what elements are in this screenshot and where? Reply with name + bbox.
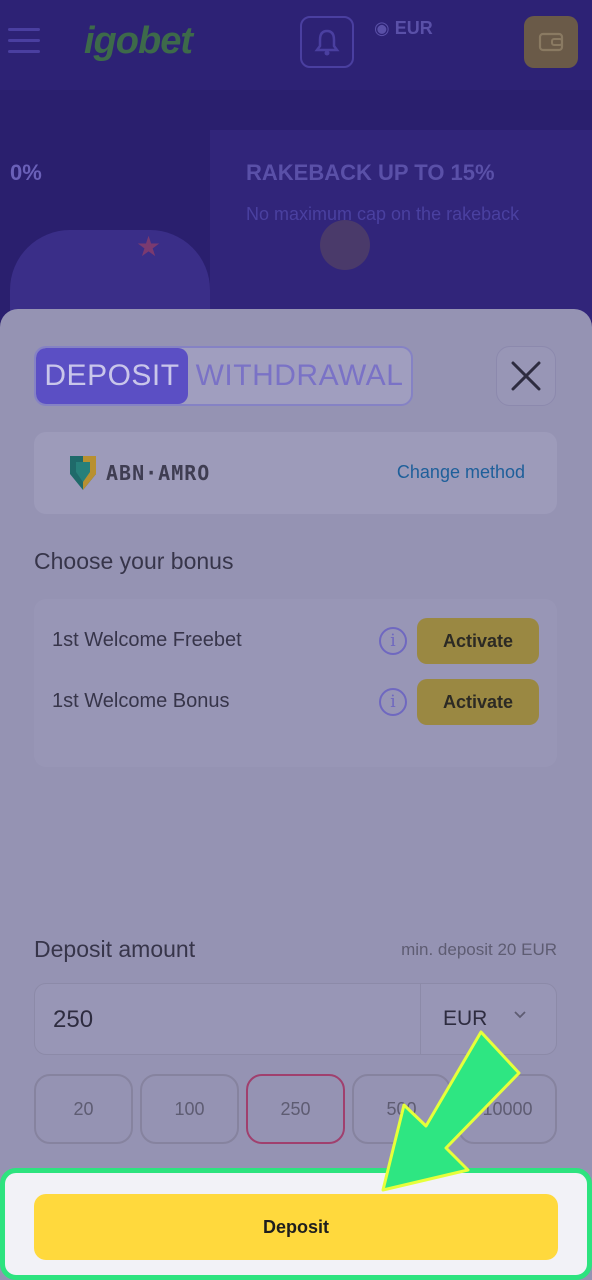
deposit-amount-title: Deposit amount: [34, 936, 196, 962]
star-icon: ★: [136, 231, 162, 262]
close-button[interactable]: [496, 346, 556, 406]
notifications-button[interactable]: [300, 16, 354, 68]
bonus-label: 1st Welcome Freebet: [52, 629, 242, 651]
deposit-footer-highlighted: Deposit: [0, 1168, 592, 1280]
activate-button[interactable]: Activate: [417, 618, 539, 664]
deposit-button[interactable]: Deposit: [34, 1194, 558, 1260]
amount-value[interactable]: 250: [53, 1006, 93, 1034]
balance-display[interactable]: ◉ EUR: [374, 18, 433, 39]
info-icon[interactable]: i: [379, 688, 407, 716]
bank-name: ABN·AMRO: [106, 461, 211, 485]
logo: igobet: [84, 20, 193, 62]
payment-method-card: ABN·AMRO Change method: [34, 432, 557, 514]
preset-amounts: 20 100 250 500 10000: [34, 1074, 557, 1144]
bell-icon: [314, 29, 340, 56]
close-icon: [511, 361, 541, 391]
preset-amount-button[interactable]: 10000: [458, 1074, 557, 1144]
deposit-withdrawal-tabs: DEPOSIT WITHDRAWAL: [34, 346, 413, 406]
preset-amount-button[interactable]: 500: [352, 1074, 451, 1144]
chevron-down-icon: [514, 1011, 526, 1019]
bonus-list: 1st Welcome Freebet i Activate 1st Welco…: [34, 599, 557, 767]
menu-icon[interactable]: [8, 28, 40, 54]
balance-currency: EUR: [394, 18, 433, 38]
info-icon[interactable]: i: [379, 627, 407, 655]
preset-amount-button[interactable]: 20: [34, 1074, 133, 1144]
activate-button[interactable]: Activate: [417, 679, 539, 725]
min-deposit-text: min. deposit 20 EUR: [401, 940, 557, 959]
banner-title: RAKEBACK UP TO 15%: [246, 160, 495, 185]
app-header: igobet ◉ EUR: [0, 0, 592, 90]
promo-banner[interactable]: ★ 0% RAKEBACK UP TO 15% No maximum cap o…: [0, 90, 592, 320]
deposit-modal: DEPOSIT WITHDRAWAL ABN·AMRO Change metho…: [0, 309, 592, 1280]
currency-value: EUR: [443, 1007, 488, 1030]
banner-decoration: [10, 230, 210, 320]
wallet-button[interactable]: [524, 16, 578, 68]
tab-withdrawal[interactable]: WITHDRAWAL: [188, 348, 411, 404]
change-method-link[interactable]: Change method: [397, 462, 525, 483]
banner-panel: [210, 130, 592, 320]
banner-left-text: 0%: [10, 160, 42, 185]
bonus-item: 1st Welcome Bonus i Activate: [34, 679, 557, 725]
amount-input[interactable]: 250 EUR: [34, 983, 557, 1055]
bonus-label: 1st Welcome Bonus: [52, 690, 230, 712]
preset-amount-button-selected[interactable]: 250: [246, 1074, 345, 1144]
currency-select[interactable]: EUR: [421, 984, 557, 1054]
bonus-section-title: Choose your bonus: [34, 548, 234, 574]
bonus-item: 1st Welcome Freebet i Activate: [34, 618, 557, 664]
banner-subtitle: No maximum cap on the rakeback: [246, 204, 520, 224]
wallet-icon: [538, 32, 564, 52]
coin-icon: ◉: [374, 18, 390, 38]
tab-deposit[interactable]: DEPOSIT: [36, 348, 188, 404]
abn-amro-shield-icon: [70, 456, 96, 490]
bank-logo: ABN·AMRO: [70, 456, 210, 490]
preset-amount-button[interactable]: 100: [140, 1074, 239, 1144]
banner-coin-image: [320, 220, 370, 270]
